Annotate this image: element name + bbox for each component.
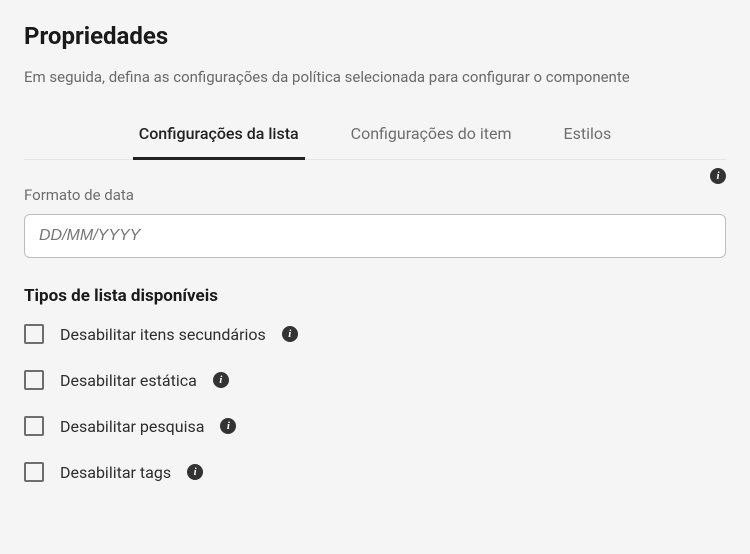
checkbox-row-disable-static: Desabilitar estática i [24,370,726,390]
date-format-field: i Formato de data [24,186,726,258]
properties-panel: Propriedades Em seguida, defina as confi… [0,0,750,482]
date-format-label: Formato de data [24,186,726,204]
list-types-title: Tipos de lista disponíveis [24,286,726,306]
page-subtitle: Em seguida, defina as configurações da p… [24,68,726,86]
checkbox-row-disable-search: Desabilitar pesquisa i [24,416,726,436]
checkbox-label: Desabilitar estática [60,371,197,390]
info-icon[interactable]: i [710,168,726,184]
tab-list-settings[interactable]: Configurações da lista [133,114,305,160]
info-icon[interactable]: i [187,464,203,480]
tab-styles[interactable]: Estilos [558,114,618,160]
info-icon[interactable]: i [213,372,229,388]
page-title: Propriedades [24,22,726,50]
checkbox-label: Desabilitar tags [60,463,171,482]
checkbox-label: Desabilitar itens secundários [60,325,266,344]
checkbox-row-disable-tags: Desabilitar tags i [24,462,726,482]
info-icon[interactable]: i [282,326,298,342]
tab-item-settings[interactable]: Configurações do item [345,114,518,160]
date-format-input[interactable] [24,214,726,258]
checkbox-label: Desabilitar pesquisa [60,417,204,436]
checkbox-disable-children[interactable] [24,324,44,344]
tabs-bar: Configurações da lista Configurações do … [24,114,726,160]
checkbox-disable-tags[interactable] [24,462,44,482]
checkbox-row-disable-children: Desabilitar itens secundários i [24,324,726,344]
checkbox-disable-search[interactable] [24,416,44,436]
info-icon[interactable]: i [220,418,236,434]
checkbox-disable-static[interactable] [24,370,44,390]
